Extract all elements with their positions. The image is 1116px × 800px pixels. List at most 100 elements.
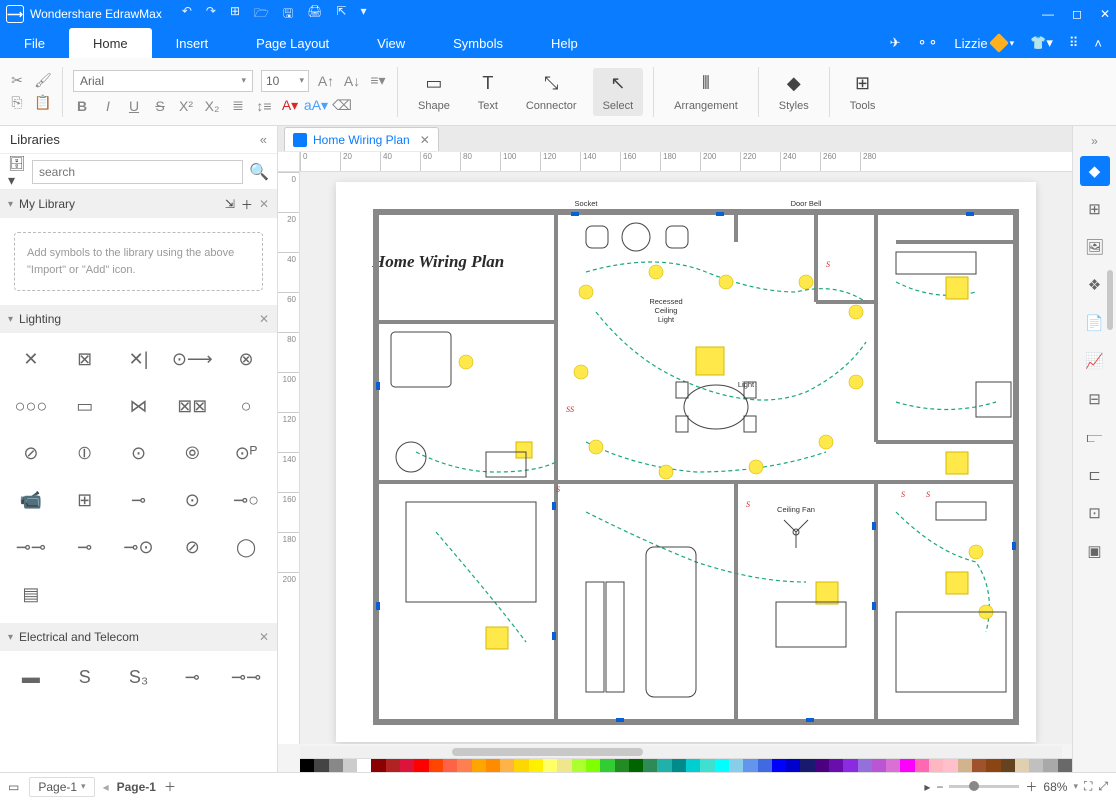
- symbol-item[interactable]: ✕: [4, 337, 58, 381]
- save-icon[interactable]: 🖫: [283, 4, 293, 25]
- symbol-item[interactable]: [165, 572, 219, 616]
- user-menu[interactable]: Lizzie ▾: [954, 36, 1014, 51]
- table-panel-icon[interactable]: ⊟: [1080, 384, 1110, 414]
- symbol-item[interactable]: ◯: [219, 525, 273, 569]
- color-swatch[interactable]: [457, 759, 471, 772]
- chart-panel-icon[interactable]: 📈: [1080, 346, 1110, 376]
- symbol-item[interactable]: S₃: [112, 655, 166, 699]
- tshirt-icon[interactable]: 👕▾: [1030, 35, 1053, 51]
- my-library-header[interactable]: ▾ My Library ⇲ ＋ ✕: [0, 190, 277, 218]
- color-swatch[interactable]: [486, 759, 500, 772]
- color-swatch[interactable]: [1001, 759, 1015, 772]
- export-icon[interactable]: ⇱: [336, 4, 346, 25]
- image-panel-icon[interactable]: 🖼: [1080, 232, 1110, 262]
- color-swatch[interactable]: [1058, 759, 1072, 772]
- line-spacing-icon[interactable]: ↕≡: [255, 98, 273, 114]
- shape-tool[interactable]: ▭Shape: [408, 68, 460, 116]
- color-swatch[interactable]: [657, 759, 671, 772]
- symbol-item[interactable]: ⊸○: [219, 478, 273, 522]
- color-swatch[interactable]: [314, 759, 328, 772]
- color-swatch[interactable]: [429, 759, 443, 772]
- open-icon[interactable]: 🗁: [254, 4, 269, 25]
- import-icon[interactable]: ⇲: [225, 197, 235, 211]
- collapse-right-icon[interactable]: »: [1091, 134, 1098, 154]
- lighting-header[interactable]: ▾ Lighting ✕: [0, 305, 277, 333]
- color-swatch[interactable]: [829, 759, 843, 772]
- symbol-item[interactable]: ⊘: [4, 431, 58, 475]
- share-icon[interactable]: ⚬⚬: [917, 35, 939, 51]
- color-swatch[interactable]: [815, 759, 829, 772]
- close-section-icon[interactable]: ✕: [259, 197, 269, 211]
- color-swatch[interactable]: [858, 759, 872, 772]
- library-menu-icon[interactable]: 🗄▾: [8, 155, 26, 189]
- symbol-item[interactable]: ⊸: [112, 478, 166, 522]
- color-swatch[interactable]: [543, 759, 557, 772]
- symbol-item[interactable]: ✕|: [112, 337, 166, 381]
- symbol-item[interactable]: ⊸: [165, 655, 219, 699]
- symbol-item[interactable]: ○: [219, 384, 273, 428]
- symbol-item[interactable]: ⊸⊸: [4, 525, 58, 569]
- font-family-combo[interactable]: Arial▾: [73, 70, 253, 92]
- color-swatch[interactable]: [758, 759, 772, 772]
- color-swatch[interactable]: [514, 759, 528, 772]
- send-icon[interactable]: ✈: [890, 35, 901, 51]
- menu-file[interactable]: File: [0, 28, 69, 58]
- color-swatch[interactable]: [300, 759, 314, 772]
- color-swatch[interactable]: [400, 759, 414, 772]
- symbol-item[interactable]: ⊸: [58, 525, 112, 569]
- text-tool[interactable]: TText: [466, 68, 510, 116]
- color-swatch[interactable]: [772, 759, 786, 772]
- symbol-item[interactable]: ⋈: [112, 384, 166, 428]
- symbol-item[interactable]: ○○○: [4, 384, 58, 428]
- search-icon[interactable]: 🔍: [249, 162, 269, 182]
- color-swatch[interactable]: [886, 759, 900, 772]
- menu-view[interactable]: View: [353, 28, 429, 58]
- font-color-icon[interactable]: A▾: [281, 98, 299, 114]
- color-swatch[interactable]: [329, 759, 343, 772]
- vertical-scrollbar[interactable]: [1107, 270, 1113, 330]
- page-selector[interactable]: Page-1▾: [29, 777, 94, 797]
- fit-page-icon[interactable]: ⛶: [1084, 779, 1092, 794]
- symbol-item[interactable]: ⦾: [165, 431, 219, 475]
- page-view-icon[interactable]: ▭: [8, 780, 19, 794]
- symbol-item[interactable]: ⊙⟶: [165, 337, 219, 381]
- symbol-item[interactable]: ⊸⊙: [112, 525, 166, 569]
- color-swatch[interactable]: [529, 759, 543, 772]
- collapse-left-icon[interactable]: «: [260, 132, 267, 147]
- symbol-item[interactable]: 📹: [4, 478, 58, 522]
- new-icon[interactable]: ⊞: [230, 4, 240, 25]
- minimize-button[interactable]: —: [1042, 7, 1054, 21]
- color-swatch[interactable]: [972, 759, 986, 772]
- theme-panel-icon[interactable]: ◆: [1080, 156, 1110, 186]
- copy-icon[interactable]: ⎘: [8, 95, 26, 111]
- print-icon[interactable]: 🖨: [307, 4, 322, 25]
- electrical-header[interactable]: ▾ Electrical and Telecom ✕: [0, 623, 277, 651]
- bullets-icon[interactable]: ≣: [229, 98, 247, 114]
- color-swatch[interactable]: [686, 759, 700, 772]
- collapse-ribbon-icon[interactable]: ˄: [1094, 36, 1102, 51]
- menu-home[interactable]: Home: [69, 28, 152, 58]
- symbol-item[interactable]: ▭: [58, 384, 112, 428]
- symbol-item[interactable]: ▤: [4, 572, 58, 616]
- color-swatch[interactable]: [615, 759, 629, 772]
- bold-icon[interactable]: B: [73, 98, 91, 114]
- color-swatch[interactable]: [500, 759, 514, 772]
- color-swatch[interactable]: [929, 759, 943, 772]
- increase-font-icon[interactable]: A↑: [317, 73, 335, 89]
- color-swatch[interactable]: [472, 759, 486, 772]
- maximize-button[interactable]: ◻: [1072, 7, 1082, 21]
- menu-page-layout[interactable]: Page Layout: [232, 28, 353, 58]
- color-swatch[interactable]: [843, 759, 857, 772]
- align-panel-icon[interactable]: ⫍: [1080, 422, 1110, 452]
- redo-icon[interactable]: ↷: [206, 4, 216, 25]
- connector-tool[interactable]: ⤡Connector: [516, 68, 587, 116]
- color-swatch[interactable]: [872, 759, 886, 772]
- titlebar-dropdown-icon[interactable]: ▾: [360, 4, 366, 25]
- zoom-slider[interactable]: [949, 785, 1019, 788]
- arrangement-tool[interactable]: ⫴Arrangement: [664, 68, 748, 116]
- color-swatch[interactable]: [586, 759, 600, 772]
- color-swatch[interactable]: [629, 759, 643, 772]
- subscript-icon[interactable]: X₂: [203, 98, 221, 114]
- color-swatch[interactable]: [743, 759, 757, 772]
- symbol-item[interactable]: ⊙: [165, 478, 219, 522]
